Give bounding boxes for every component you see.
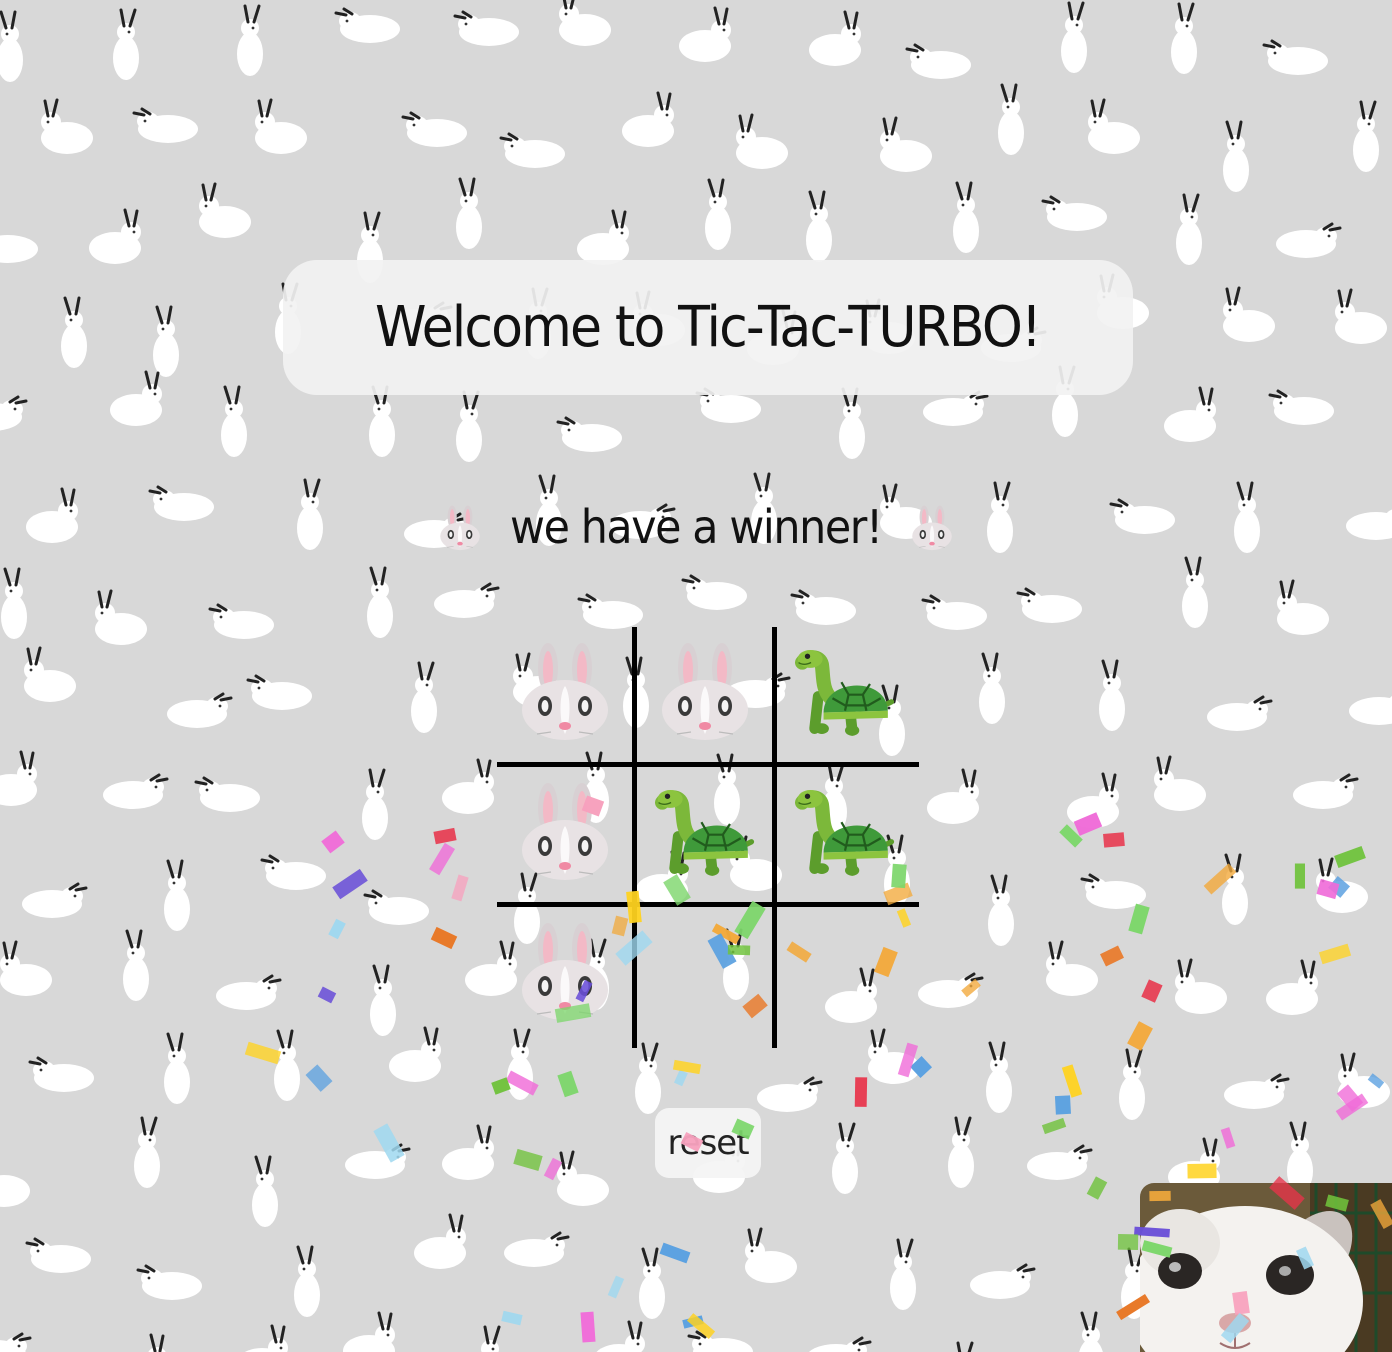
title-banner: Welcome to Tic-Tac-TURBO!	[283, 260, 1133, 395]
board-cell[interactable]	[777, 627, 913, 763]
rabbit-face-icon	[439, 505, 481, 551]
rabbit-face-icon	[521, 922, 609, 1021]
tic-tac-toe-board	[497, 627, 919, 1048]
rabbit-face-icon	[911, 505, 953, 551]
rabbit-face-icon	[661, 642, 749, 741]
board-cell[interactable]	[637, 627, 773, 763]
board-cell[interactable]	[497, 907, 633, 1043]
turtle-icon	[655, 777, 755, 887]
board-cell[interactable]	[497, 627, 633, 763]
game-status: we have a winner!	[0, 500, 1392, 554]
turtle-icon	[795, 637, 895, 747]
board-cell[interactable]	[777, 767, 913, 903]
pet-rabbit-photo	[1140, 1183, 1392, 1352]
board-cell[interactable]	[497, 767, 633, 903]
board-cell[interactable]	[777, 907, 913, 1043]
rabbit-face-icon	[521, 782, 609, 881]
turtle-icon	[795, 777, 895, 887]
board-cell[interactable]	[637, 767, 773, 903]
page-title: Welcome to Tic-Tac-TURBO!	[375, 295, 1042, 360]
rabbit-face-icon	[521, 642, 609, 741]
status-text: we have a winner!	[510, 500, 883, 554]
board-cell[interactable]	[637, 907, 773, 1043]
reset-button[interactable]: reset	[655, 1108, 761, 1178]
